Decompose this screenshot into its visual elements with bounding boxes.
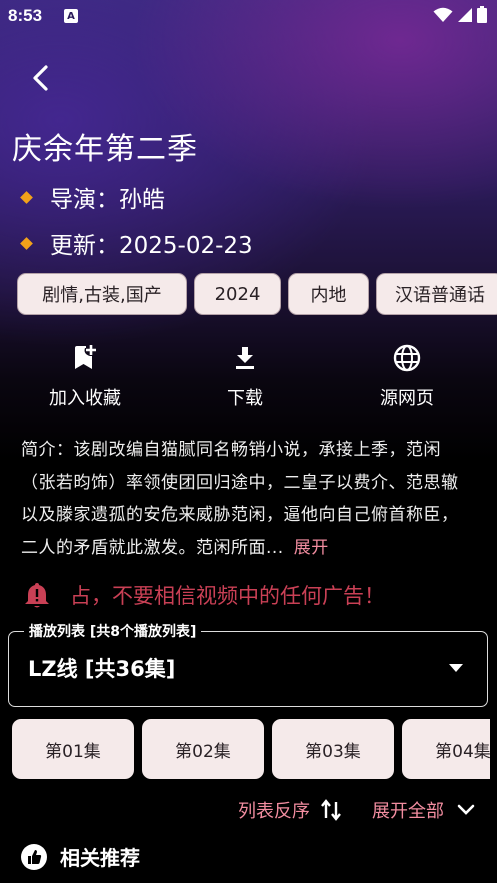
tag-chip-year[interactable]: 2024 <box>194 273 281 315</box>
episode-button-03[interactable]: 第03集 <box>272 719 394 779</box>
reverse-list-button[interactable]: 列表反序 <box>238 797 342 823</box>
chevron-down-icon <box>457 804 475 815</box>
expand-all-label: 展开全部 <box>372 801 444 822</box>
page-title: 庆余年第二季 <box>12 132 198 167</box>
back-button[interactable] <box>22 60 58 96</box>
tag-chip-region[interactable]: 内地 <box>288 273 369 315</box>
swap-vertical-icon <box>321 799 341 821</box>
updated-row: 更新：2025-02-23 <box>20 226 253 260</box>
related-title: 相关推荐 <box>60 846 140 870</box>
director-row: 导演：孙皓 <box>20 180 165 214</box>
dropdown-arrow-icon[interactable] <box>449 664 463 672</box>
download-button[interactable]: 下载 <box>220 344 270 410</box>
diamond-bullet-icon <box>20 190 33 204</box>
status-time: 8:53 <box>8 6 43 25</box>
synopsis: 简介：该剧改编自猫腻同名畅销小说，承接上季，范闲（张若昀饰）率领使团回归途中，二… <box>21 434 473 564</box>
source-page-label: 源网页 <box>380 388 434 409</box>
favorite-label: 加入收藏 <box>49 388 121 409</box>
reverse-list-label: 列表反序 <box>238 801 310 822</box>
episode-button-01[interactable]: 第01集 <box>12 719 134 779</box>
source-page-button[interactable]: 源网页 <box>370 344 444 410</box>
favorite-button[interactable]: 加入收藏 <box>44 344 126 410</box>
expand-all-button[interactable]: 展开全部 <box>372 797 476 823</box>
episode-button-02[interactable]: 第02集 <box>142 719 264 779</box>
ad-warning-banner: 占，不要相信视频中的任何广告！ <box>24 580 385 610</box>
bell-alert-icon <box>25 583 49 608</box>
notification-badge-icon: A <box>64 9 78 23</box>
playlist-selected-value[interactable]: LZ线 [共36集] <box>28 653 175 683</box>
bookmark-add-icon <box>75 345 96 369</box>
playlist-legend: 播放列表 [共8个播放列表] <box>24 621 202 641</box>
episode-button-04[interactable]: 第04集 <box>402 719 490 779</box>
ad-warning-text: 占，不要相信视频中的任何广告！ <box>70 584 385 608</box>
download-label: 下载 <box>227 388 263 409</box>
tag-chip-genre[interactable]: 剧情,古装,国产 <box>17 273 187 315</box>
status-icons <box>433 6 487 23</box>
thumb-up-icon <box>21 843 47 870</box>
related-section-header: 相关推荐 <box>20 842 140 871</box>
battery-icon <box>477 6 487 23</box>
globe-icon <box>393 344 421 372</box>
expand-synopsis-link[interactable]: 展开 <box>294 538 329 558</box>
download-icon <box>236 347 254 369</box>
tag-chip-language[interactable]: 汉语普通话 <box>376 273 497 315</box>
diamond-bullet-icon <box>20 236 33 250</box>
chevron-left-icon <box>33 65 48 91</box>
wifi-icon <box>433 7 453 22</box>
signal-icon <box>458 7 472 22</box>
updated-text: 更新：2025-02-23 <box>50 233 253 259</box>
tag-chips: 剧情,古装,国产 2024 内地 汉语普通话 <box>17 273 497 315</box>
episode-list: 第01集 第02集 第03集 第04集 <box>12 719 490 781</box>
synopsis-text: 简介：该剧改编自猫腻同名畅销小说，承接上季，范闲（张若昀饰）率领使团回归途中，二… <box>21 440 459 558</box>
director-text: 导演：孙皓 <box>50 187 165 213</box>
